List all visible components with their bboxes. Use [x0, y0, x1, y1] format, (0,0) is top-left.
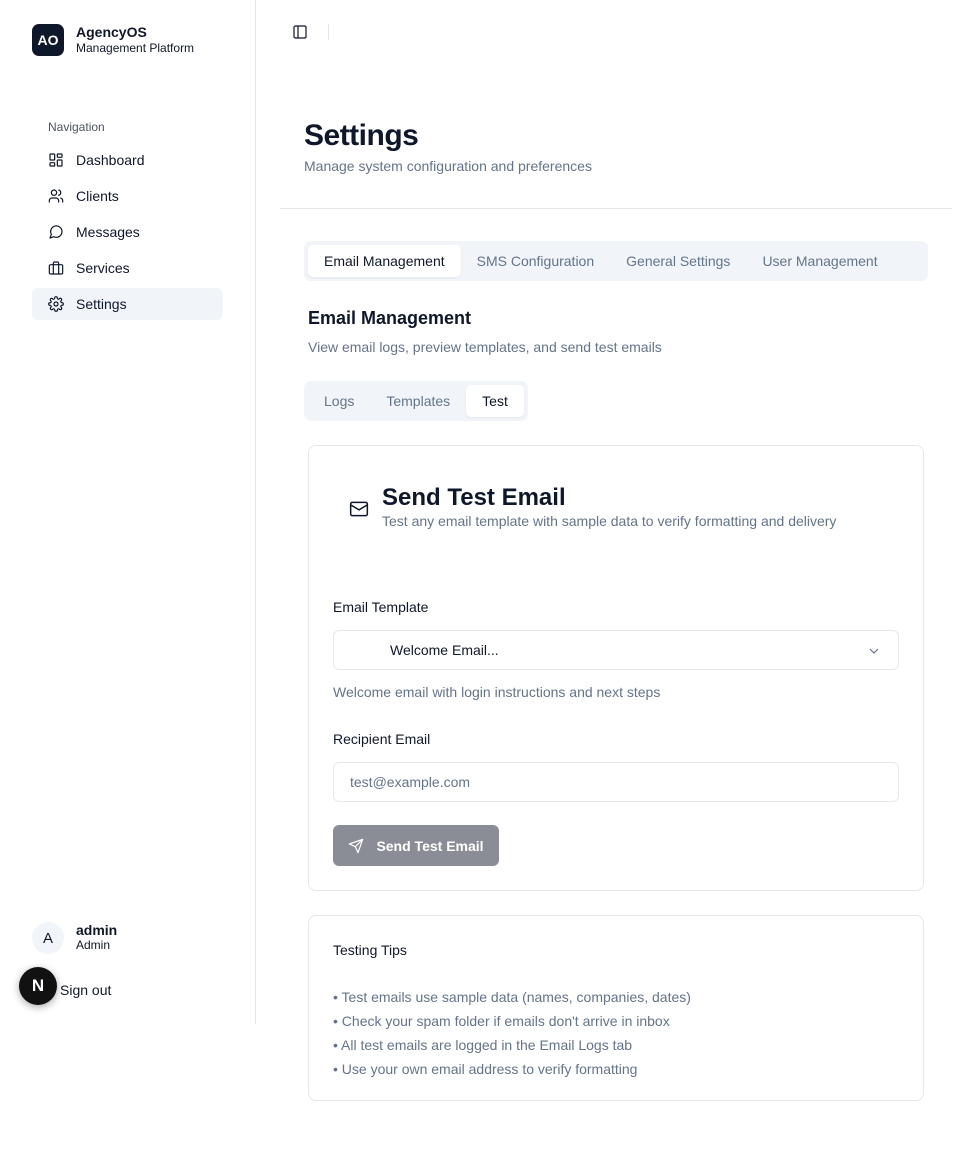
tab-user-management[interactable]: User Management [746, 245, 893, 277]
testing-tips-card: Testing Tips • Test emails use sample da… [308, 915, 924, 1101]
send-icon [349, 838, 364, 853]
send-test-email-card: Send Test Email Test any email template … [308, 445, 924, 891]
mail-icon [349, 499, 369, 519]
section-title: Email Management [308, 308, 472, 328]
sidebar-item-label: Dashboard [76, 152, 145, 168]
list-item: • Use your own email address to verify f… [333, 1061, 638, 1077]
nav-menu: Dashboard Clients Messages Services Sett… [32, 144, 223, 324]
sidebar-item-label: Services [76, 260, 130, 276]
header-divider [280, 208, 952, 209]
user-role: Admin [76, 938, 111, 952]
brand[interactable]: AO AgencyOS Management Platform [32, 24, 194, 56]
brand-logo: AO [32, 24, 64, 56]
tab-test[interactable]: Test [466, 385, 524, 417]
sidebar-item-clients[interactable]: Clients [32, 180, 223, 212]
template-label: Email Template [333, 599, 429, 615]
topbar-divider [328, 24, 329, 40]
sidebar-item-settings[interactable]: Settings [32, 288, 223, 320]
tips-list: • Test emails use sample data (names, co… [333, 985, 691, 1081]
sidebar-toggle-button[interactable] [290, 22, 310, 42]
sidebar-item-label: Messages [76, 224, 140, 240]
sign-out-button[interactable]: Sign out [60, 982, 111, 998]
avatar: A [32, 922, 64, 954]
user-name: admin [76, 922, 118, 938]
list-item: • Test emails use sample data (names, co… [333, 989, 691, 1005]
tab-email-management[interactable]: Email Management [308, 245, 461, 277]
recipient-label: Recipient Email [333, 731, 431, 747]
template-select[interactable]: Welcome Email... [333, 630, 899, 670]
badge-letter: N [31, 976, 45, 995]
page-title: Settings [304, 119, 419, 152]
tab-templates[interactable]: Templates [370, 385, 466, 417]
send-button-label: Send Test Email [376, 837, 484, 854]
dev-tools-badge[interactable]: N [19, 967, 57, 1005]
panel-left-icon [293, 25, 307, 39]
send-test-email-button[interactable]: Send Test Email [333, 825, 499, 866]
sidebar-item-label: Clients [76, 188, 119, 204]
sidebar-item-label: Settings [76, 296, 127, 312]
list-item: • Check your spam folder if emails don't… [333, 1013, 670, 1029]
list-item: • All test emails are logged in the Emai… [333, 1037, 633, 1053]
users-icon [48, 188, 64, 204]
tips-title: Testing Tips [333, 942, 407, 958]
settings-tabs: Email Management SMS Configuration Gener… [304, 241, 928, 281]
template-description: Welcome email with login instructions an… [333, 684, 661, 700]
sidebar-item-messages[interactable]: Messages [32, 216, 223, 248]
brand-subtitle: Management Platform [76, 41, 195, 55]
section-subtitle: View email logs, preview templates, and … [308, 339, 662, 355]
gear-icon [48, 296, 64, 312]
tab-sms-configuration[interactable]: SMS Configuration [461, 245, 611, 277]
sidebar: AO AgencyOS Management Platform Navigati… [0, 0, 256, 1024]
chevron-down-icon [866, 643, 882, 659]
sidebar-item-services[interactable]: Services [32, 252, 223, 284]
user-profile[interactable]: A admin Admin [32, 922, 117, 954]
sidebar-item-dashboard[interactable]: Dashboard [32, 144, 223, 176]
recipient-email-input[interactable] [333, 762, 899, 802]
message-icon [48, 224, 64, 240]
card-title: Send Test Email [382, 484, 566, 511]
brand-name: AgencyOS [76, 24, 147, 40]
tab-general-settings[interactable]: General Settings [610, 245, 746, 277]
email-subtabs: Logs Templates Test [304, 381, 528, 421]
template-select-value: Welcome Email... [390, 642, 499, 658]
briefcase-icon [48, 260, 64, 276]
dashboard-icon [48, 152, 64, 168]
tab-logs[interactable]: Logs [308, 385, 370, 417]
page-subtitle: Manage system configuration and preferen… [304, 158, 592, 174]
card-subtitle: Test any email template with sample data… [382, 513, 837, 529]
nav-label: Navigation [48, 120, 105, 134]
